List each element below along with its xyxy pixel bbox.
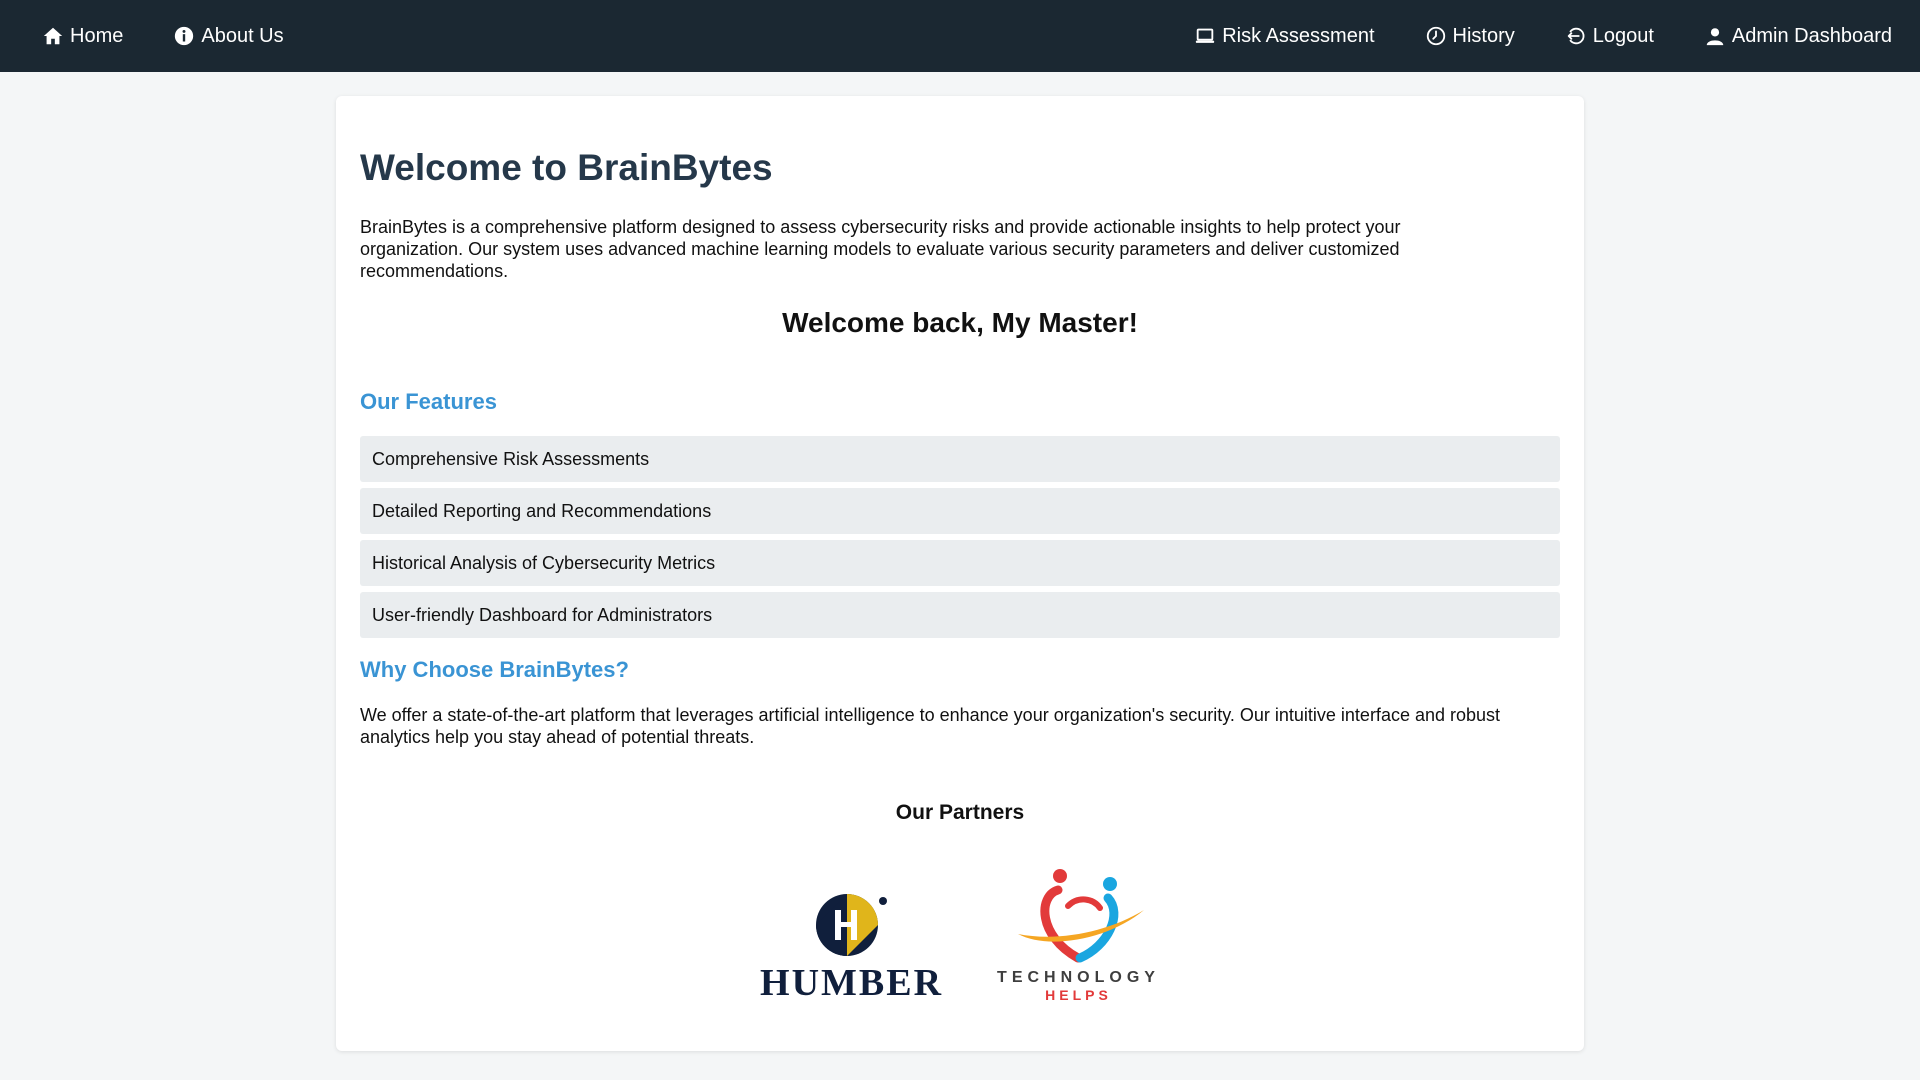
- nav-risk-assessment-link[interactable]: Risk Assessment: [1194, 24, 1375, 48]
- humber-logo: HUMBER: [760, 892, 943, 1002]
- history-icon: [1425, 25, 1447, 47]
- nav-home-link[interactable]: Home: [42, 25, 123, 48]
- intro-paragraph: BrainBytes is a comprehensive platform d…: [360, 217, 1401, 281]
- nav-risk-assessment-label: Risk Assessment: [1222, 24, 1375, 47]
- features-list: Comprehensive Risk Assessments Detailed …: [360, 436, 1560, 638]
- nav-about-label: About Us: [201, 24, 284, 47]
- nav-home-label: Home: [70, 24, 124, 47]
- main-content-card: Welcome to BrainBytes BrainBytes is a co…: [336, 96, 1584, 1051]
- welcome-back-message: Welcome back, My Master!: [782, 307, 1138, 338]
- feature-item: Historical Analysis of Cybersecurity Met…: [360, 540, 1560, 586]
- nav-right-group: Risk Assessment History Logout Admin Das…: [1144, 25, 1892, 48]
- feature-item: User-friendly Dashboard for Administrato…: [360, 592, 1560, 638]
- nav-admin-dashboard-link[interactable]: Admin Dashboard: [1704, 25, 1892, 48]
- info-icon: [173, 25, 195, 47]
- features-heading: Our Features: [360, 389, 497, 414]
- partners-heading: Our Partners: [895, 801, 1025, 824]
- helps-wordmark: HELPS: [1045, 987, 1112, 1003]
- home-icon: [42, 25, 64, 47]
- humber-emblem-icon: [815, 894, 887, 956]
- partner-logos: HUMBER TECHNOLOGY HELPS: [360, 866, 1560, 1002]
- technology-helps-logo: TECHNOLOGY HELPS: [997, 866, 1160, 1002]
- why-choose-paragraph: We offer a state-of-the-art platform tha…: [360, 705, 1501, 747]
- technology-helps-emblem-icon: [1018, 869, 1145, 963]
- feature-item: Comprehensive Risk Assessments: [360, 436, 1560, 482]
- nav-history-label: History: [1452, 24, 1515, 47]
- humber-wordmark: HUMBER: [760, 962, 944, 1004]
- technology-wordmark: TECHNOLOGY: [997, 969, 1160, 986]
- user-icon: [1704, 25, 1726, 47]
- laptop-icon: [1194, 25, 1216, 47]
- why-choose-heading: Why Choose BrainBytes?: [360, 657, 629, 682]
- nav-about-link[interactable]: About Us: [173, 24, 284, 48]
- nav-logout-link[interactable]: Logout: [1565, 25, 1654, 48]
- nav-history-link[interactable]: History: [1425, 25, 1515, 48]
- nav-admin-dashboard-label: Admin Dashboard: [1731, 24, 1892, 47]
- feature-item: Detailed Reporting and Recommendations: [360, 488, 1560, 534]
- nav-left-group: Home About Us: [42, 25, 334, 48]
- logout-icon: [1565, 25, 1587, 47]
- nav-logout-label: Logout: [1592, 24, 1654, 47]
- page-title: Welcome to BrainBytes: [360, 147, 773, 188]
- top-navbar: Home About Us Risk Assessment History Lo…: [0, 0, 1920, 72]
